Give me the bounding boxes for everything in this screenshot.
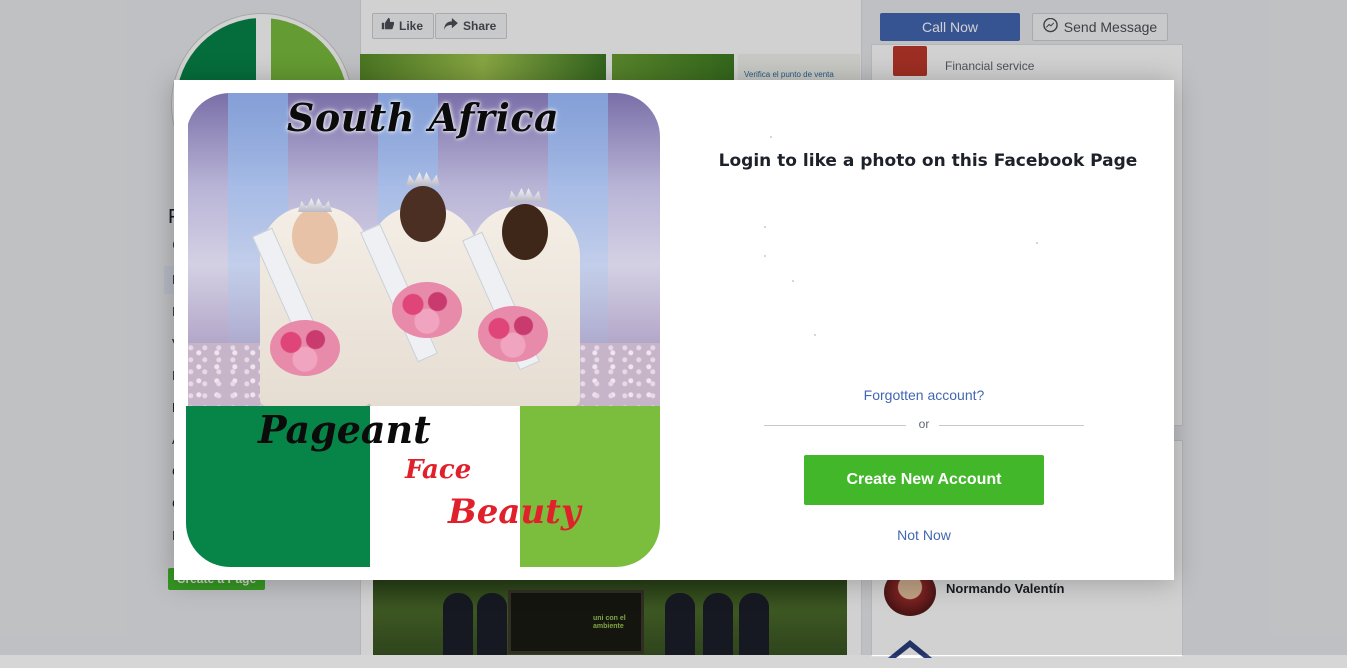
bouquet [392, 282, 462, 338]
faint-artifact [764, 255, 766, 257]
crown-icon [298, 198, 332, 212]
face [292, 208, 338, 264]
crown-icon [508, 188, 542, 202]
promo-light-green-block [520, 406, 660, 567]
pageant-promo-image: South Africa Pageant Face Beauty [186, 93, 660, 567]
login-heading: Login to like a photo on this Facebook P… [718, 151, 1138, 171]
divider-line [764, 425, 906, 426]
faint-artifact [764, 226, 766, 228]
faint-artifact [814, 334, 816, 336]
bouquet [478, 306, 548, 362]
face [400, 186, 446, 242]
forgotten-account-link[interactable]: Forgotten account? [764, 387, 1084, 403]
create-new-account-button[interactable]: Create New Account [804, 455, 1044, 505]
promo-line-beauty: Beauty [448, 492, 581, 532]
faint-artifact [1036, 242, 1038, 244]
crown-icon [406, 172, 440, 186]
login-dialog: South Africa Pageant Face Beauty Login t… [174, 80, 1174, 580]
divider-line [939, 425, 1084, 426]
faint-artifact [770, 136, 772, 138]
or-separator: or [918, 417, 930, 431]
promo-title: South Africa [286, 95, 560, 140]
pageant-winner [460, 136, 590, 406]
not-now-link[interactable]: Not Now [764, 527, 1084, 543]
face [502, 204, 548, 260]
promo-line-pageant: Pageant [258, 407, 431, 452]
faint-artifact [792, 280, 794, 282]
bouquet [270, 320, 340, 376]
promo-line-face: Face [405, 455, 472, 485]
